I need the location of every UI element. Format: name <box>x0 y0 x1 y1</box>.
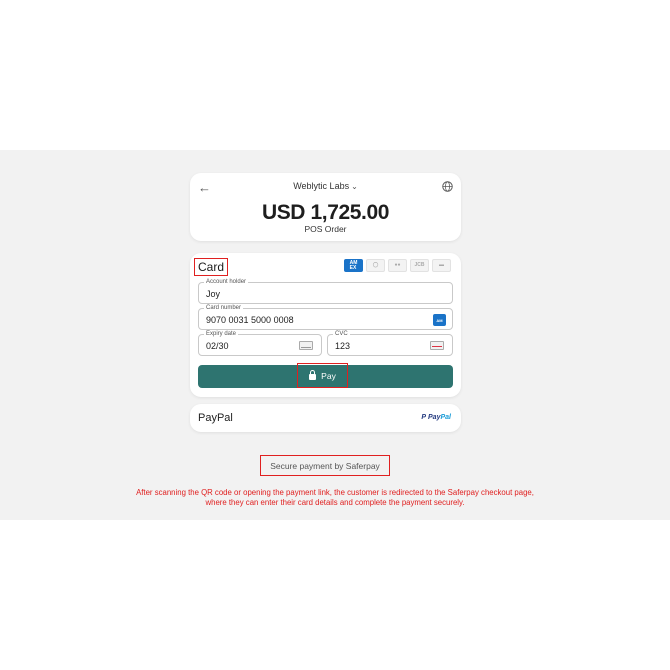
amex-icon: AM <box>433 314 446 326</box>
expiry-date-field[interactable]: Expiry date 02/30 <box>198 330 322 356</box>
merchant-name: Weblytic Labs <box>293 181 350 191</box>
pay-button-content: Pay <box>297 363 348 388</box>
pay-button-label: Pay <box>321 370 336 381</box>
paypal-logo-pay: Pay <box>428 414 441 421</box>
paypal-logo-icon: P PayPal <box>421 414 451 421</box>
order-type: POS Order <box>304 224 347 234</box>
cvc-field[interactable]: CVC 123 <box>327 330 453 356</box>
globe-icon[interactable] <box>442 181 453 192</box>
card-payment-section: Card AM EX ◯ ●● JCB ▬ Account holder Joy … <box>190 253 461 397</box>
diners-club-icon: ◯ <box>366 259 385 272</box>
card-back-icon <box>430 341 444 350</box>
paypal-label: PayPal <box>198 412 233 424</box>
cvc-value: 123 <box>335 341 351 351</box>
card-number-value: 9070 0031 5000 0008 <box>206 315 294 325</box>
secure-payment-badge: Secure payment by Saferpay <box>260 455 390 476</box>
expiry-date-value: 02/30 <box>206 341 229 351</box>
lock-icon <box>309 370 317 380</box>
card-number-field[interactable]: Card number 9070 0031 5000 0008 AM <box>198 304 453 330</box>
generic-card-icon: ▬ <box>432 259 451 272</box>
instruction-note: After scanning the QR code or opening th… <box>40 488 630 508</box>
amex-icon: AM EX <box>344 259 363 272</box>
card-section-title: Card <box>194 258 229 276</box>
instruction-note-line-1: After scanning the QR code or opening th… <box>136 488 534 497</box>
account-holder-value: Joy <box>206 289 221 299</box>
expiry-date-label: Expiry date <box>204 330 239 338</box>
paypal-logo-pal: Pal <box>440 414 451 421</box>
paypal-option[interactable]: PayPal P PayPal <box>190 404 461 432</box>
account-holder-label: Account holder <box>204 278 249 286</box>
chevron-down-icon: ⌄ <box>351 182 358 191</box>
card-brand-list: AM EX ◯ ●● JCB ▬ <box>344 259 451 272</box>
card-front-icon <box>299 341 313 350</box>
order-header: ← Weblytic Labs ⌄ USD 1,725.00 POS Order <box>190 173 461 241</box>
card-number-label: Card number <box>204 304 244 312</box>
pay-button[interactable]: Pay <box>198 363 453 388</box>
jcb-icon: JCB <box>410 259 429 272</box>
account-holder-field[interactable]: Account holder Joy <box>198 278 453 304</box>
order-amount: USD 1,725.00 <box>261 201 390 224</box>
cvc-label: CVC <box>333 330 350 338</box>
merchant-selector[interactable]: Weblytic Labs ⌄ <box>190 181 461 191</box>
mastercard-icon: ●● <box>388 259 407 272</box>
instruction-note-line-2: where they can enter their card details … <box>205 498 465 507</box>
